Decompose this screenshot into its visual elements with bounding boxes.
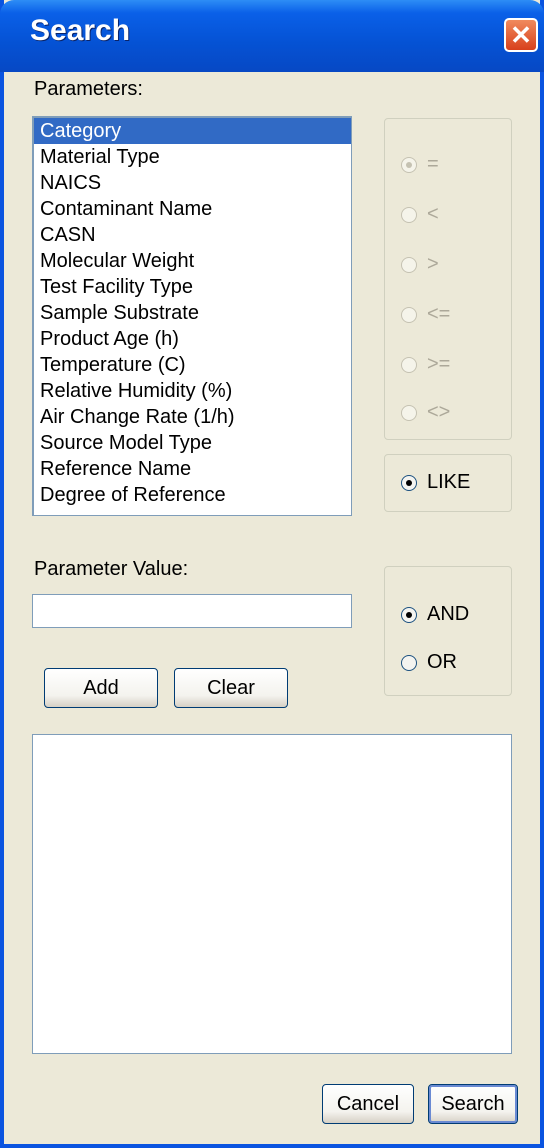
radio-button [401,606,417,623]
radio-button [401,156,417,173]
clear-button[interactable]: Clear [174,668,288,708]
operator-greater-equal-radio[interactable]: >= [401,353,450,376]
list-item[interactable]: Sample Substrate [34,300,351,326]
list-item[interactable]: CASN [34,222,351,248]
parameter-value-input[interactable] [32,594,352,628]
radio-button [401,474,417,491]
window-title: Search [30,14,131,47]
logic-or-radio[interactable]: OR [401,651,457,674]
list-item[interactable]: Reference Name [34,456,351,482]
radio-button [401,356,417,373]
radio-button [401,654,417,671]
radio-button [401,404,417,421]
list-item[interactable]: Temperature (C) [34,352,351,378]
operator-not-equal-radio[interactable]: <> [401,401,450,424]
parameter-value-label: Parameter Value: [34,558,189,580]
list-item[interactable]: Material Type [34,144,351,170]
parameters-label: Parameters: [34,78,143,100]
cancel-button[interactable]: Cancel [322,1084,414,1124]
search-button[interactable]: Search [428,1084,518,1124]
list-item[interactable]: Molecular Weight [34,248,351,274]
radio-button [401,206,417,223]
radio-button [401,256,417,273]
close-button[interactable]: ✕ [504,18,538,52]
search-dialog: Search ✕ Parameters: Category Material T… [0,0,544,1148]
list-item[interactable]: Relative Humidity (%) [34,378,351,404]
operator-less-radio[interactable]: < [401,203,439,226]
list-item[interactable]: Source Model Type [34,430,351,456]
radio-button [401,306,417,323]
logic-operator-group: AND OR [384,566,512,696]
list-item[interactable]: Test Facility Type [34,274,351,300]
title-bar[interactable]: Search ✕ [0,0,544,72]
list-item[interactable]: Degree of Reference [34,482,351,508]
add-button[interactable]: Add [44,668,158,708]
list-item[interactable]: NAICS [34,170,351,196]
list-item[interactable]: Product Age (h) [34,326,351,352]
list-item[interactable]: Category [34,118,351,144]
operator-equals-radio[interactable]: = [401,153,439,176]
operator-like-radio[interactable]: LIKE [401,471,470,494]
list-item[interactable]: Contaminant Name [34,196,351,222]
list-item[interactable]: Air Change Rate (1/h) [34,404,351,430]
like-operator-group: LIKE [384,454,512,512]
parameters-listbox[interactable]: Category Material Type NAICS Contaminant… [32,116,352,516]
logic-and-radio[interactable]: AND [401,603,469,626]
comparison-operator-group: = < > <= >= <> [384,118,512,440]
close-icon: ✕ [510,20,532,50]
operator-less-equal-radio[interactable]: <= [401,303,450,326]
criteria-listbox[interactable] [32,734,512,1054]
operator-greater-radio[interactable]: > [401,253,439,276]
